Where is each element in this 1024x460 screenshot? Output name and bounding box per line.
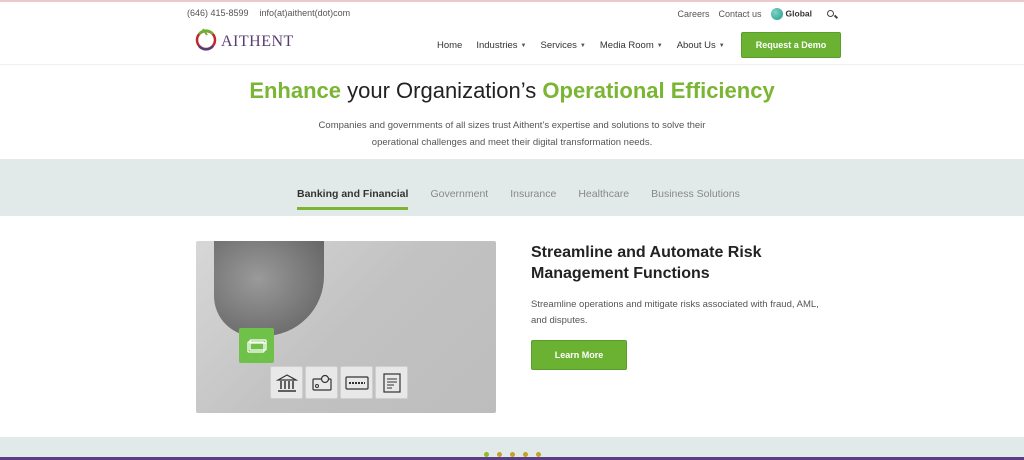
- banking-illustration: [196, 241, 496, 413]
- main-header: AITHENT Home Industries ▼ Services ▼ Media…: [0, 26, 1024, 66]
- main-nav: Home Industries ▼ Services ▼ Media Room ▼ A…: [437, 40, 739, 51]
- careers-link[interactable]: Careers: [678, 9, 710, 19]
- atm-card-icon: [340, 366, 373, 399]
- chevron-down-icon: ▼: [718, 42, 725, 49]
- tab-government[interactable]: Government: [430, 188, 488, 200]
- industry-tabs: Banking and Financial Government Insuran…: [297, 188, 762, 210]
- nav-home[interactable]: Home: [437, 40, 462, 51]
- header-divider: [0, 64, 1024, 66]
- tab-banking-and-financial[interactable]: Banking and Financial: [297, 188, 409, 210]
- chevron-down-icon: ▼: [656, 42, 663, 49]
- invoice-icon: [375, 366, 408, 399]
- learn-more-button[interactable]: Learn More: [531, 340, 627, 370]
- hero-title: Enhance your Organization’s Operational …: [249, 78, 775, 103]
- content-title: Streamline and Automate Risk Management …: [531, 244, 762, 282]
- utility-bar: (646) 415-8599 info(at)aithent(dot)com C…: [0, 2, 1024, 26]
- content-description: Streamline operations and mitigate risks…: [531, 299, 819, 326]
- chevron-down-icon: ▼: [520, 42, 527, 49]
- hero-subtitle: Companies and governments of all sizes t…: [318, 120, 706, 148]
- industry-tabs-band: Banking and Financial Government Insuran…: [0, 159, 1024, 216]
- bank-icon: [270, 366, 303, 399]
- email-link[interactable]: info(at)aithent(dot)com: [260, 8, 351, 18]
- globe-icon: [770, 8, 783, 20]
- hand-illustration: [214, 241, 324, 336]
- nav-about-us[interactable]: About Us ▼: [677, 40, 725, 51]
- tab-healthcare[interactable]: Healthcare: [578, 188, 629, 200]
- phone-link[interactable]: (646) 415-8599: [187, 8, 249, 18]
- chevron-down-icon: ▼: [579, 42, 586, 49]
- nav-services[interactable]: Services ▼: [540, 40, 585, 51]
- request-demo-button[interactable]: Request a Demo: [741, 32, 841, 58]
- brand-name: AITHENT: [221, 33, 294, 50]
- finance-icon-cubes: [270, 366, 408, 399]
- tab-business-solutions[interactable]: Business Solutions: [651, 188, 740, 200]
- credit-card-icon: [239, 328, 274, 363]
- search-icon: [827, 10, 834, 17]
- global-selector[interactable]: Global: [770, 8, 812, 20]
- search-button[interactable]: [827, 9, 834, 19]
- nav-media-room[interactable]: Media Room ▼: [600, 40, 663, 51]
- nav-industries[interactable]: Industries ▼: [476, 40, 526, 51]
- credit-card-badge-icon: [305, 366, 338, 399]
- aithent-logo-icon: [195, 28, 217, 51]
- logo[interactable]: AITHENT: [193, 26, 294, 52]
- contact-link[interactable]: Contact us: [719, 9, 762, 19]
- tab-insurance[interactable]: Insurance: [510, 188, 556, 200]
